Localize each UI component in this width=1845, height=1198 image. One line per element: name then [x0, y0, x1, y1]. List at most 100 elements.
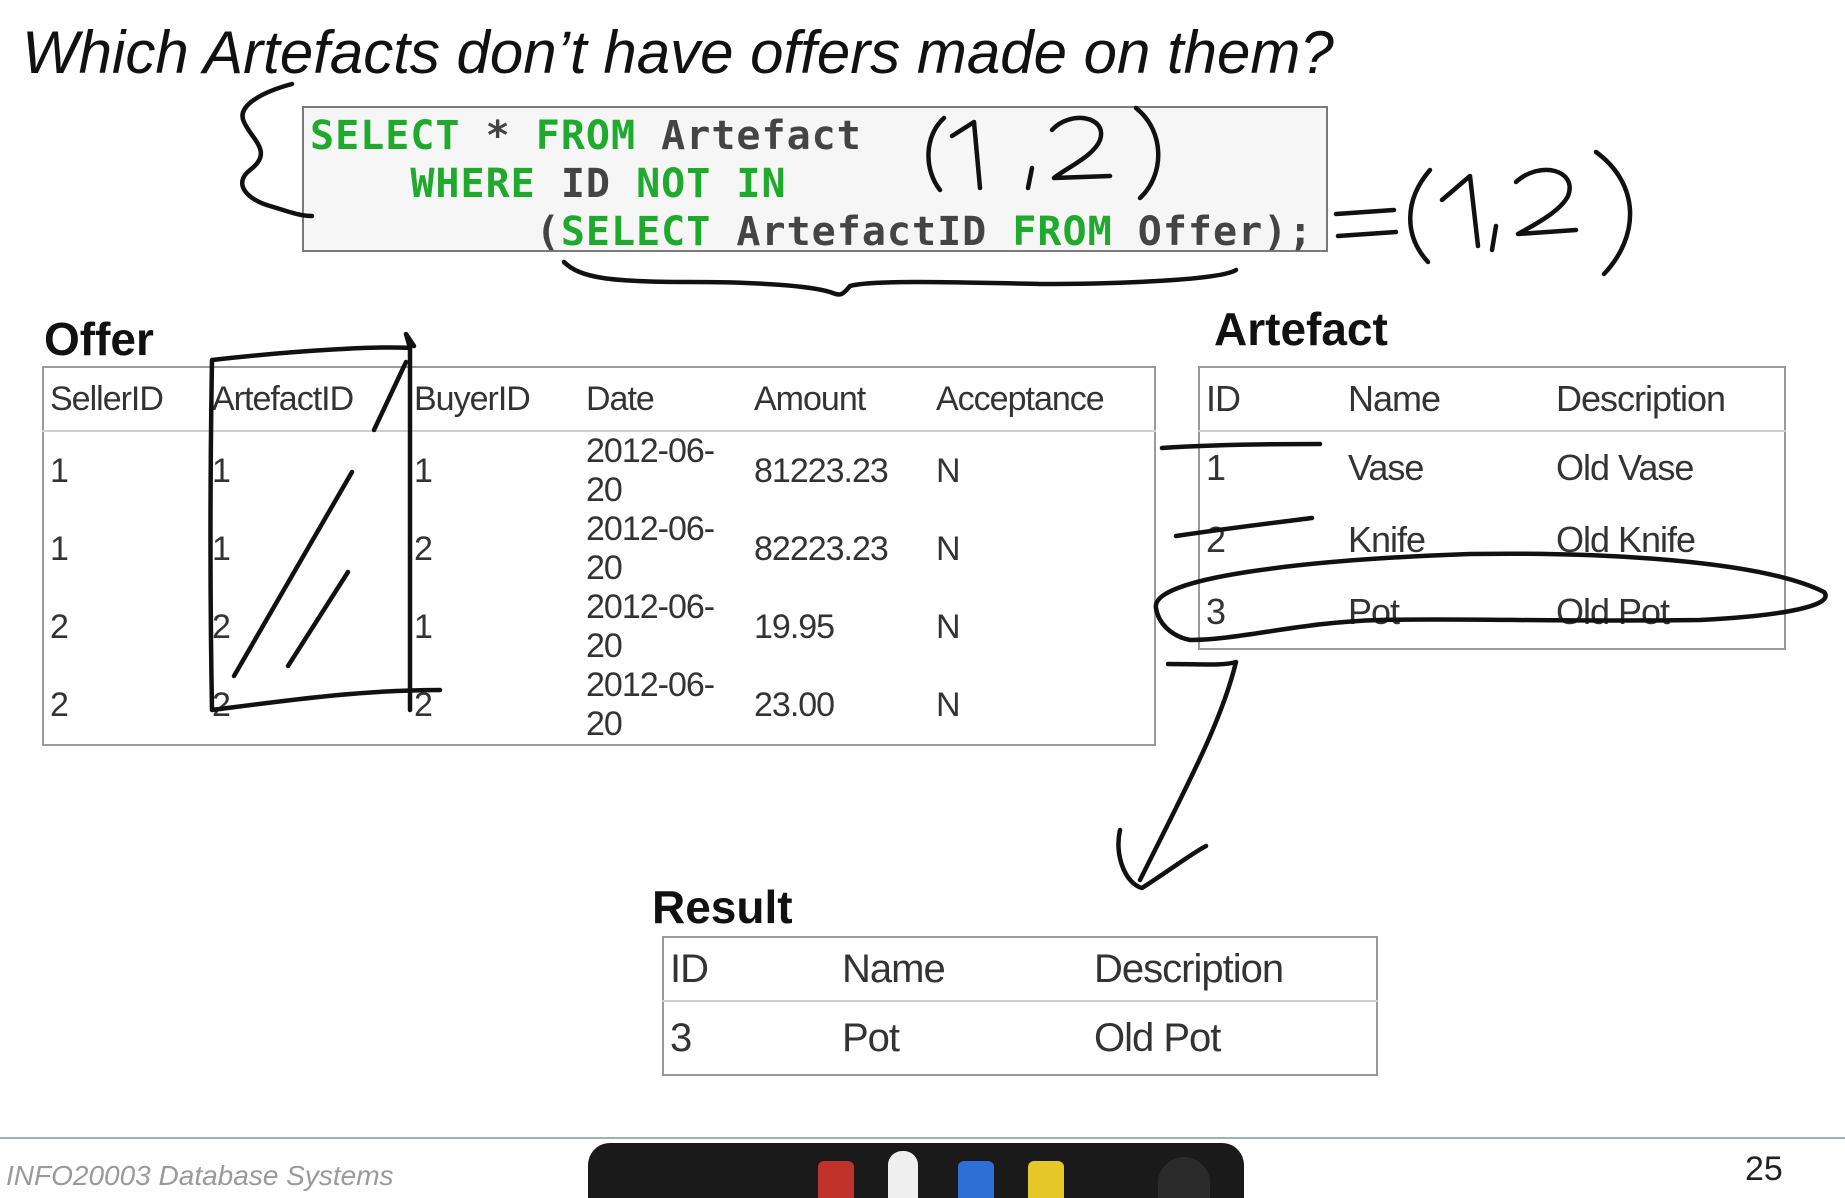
lecture-slide: Which Artefacts don’t have offers made o… [0, 0, 1845, 1198]
table-cell: 2012-06-20 [586, 510, 715, 587]
table-row: 1 1 2 2012-06-20 82223.23 N [43, 510, 1155, 588]
artefact-table: ID Name Description 1 Vase Old Vase 2 Kn… [1198, 366, 1786, 650]
sql-line-2: WHERE ID NOT IN [310, 160, 1320, 208]
white-pen-tool-icon[interactable] [888, 1151, 918, 1198]
table-cell: 1 [212, 529, 231, 568]
blue-pen-tool-icon[interactable] [958, 1161, 994, 1198]
column-header: Description [1550, 367, 1785, 432]
sql-keyword: WHERE [410, 161, 536, 207]
sql-text: ( [535, 209, 561, 255]
table-cell: 19.95 [754, 607, 835, 646]
table-cell: 1 [414, 607, 433, 646]
sql-keyword: SELECT [560, 209, 712, 255]
table-row: 2 Knife Old Knife [1199, 504, 1785, 576]
ink-digit-1 [1439, 173, 1481, 249]
footer-divider [0, 1137, 1845, 1139]
table-cell: 81223.23 [754, 451, 889, 490]
table-cell: 1 [1206, 447, 1226, 488]
table-cell: 2012-06-20 [586, 588, 715, 665]
table-cell: Pot [842, 1015, 900, 1060]
ink-equals-bottom [1335, 229, 1399, 239]
column-header: Description [1088, 937, 1377, 1002]
table-header-row: ID Name Description [663, 937, 1377, 1002]
column-header: Name [1342, 367, 1550, 432]
table-row: 1 1 1 2012-06-20 81223.23 N [43, 431, 1155, 510]
table-cell: 82223.23 [754, 529, 889, 568]
sql-keyword: FROM [1012, 209, 1113, 255]
table-cell: 2 [414, 685, 433, 724]
ink-paren-close [1593, 149, 1633, 277]
sql-keyword: FROM [535, 113, 637, 159]
column-header: Acceptance [930, 367, 1155, 432]
annotation-toolbar[interactable] [588, 1143, 1244, 1198]
column-header: ID [1199, 367, 1342, 432]
sql-text: ArtefactID [711, 209, 1013, 255]
ink-digit-2 [1513, 167, 1579, 237]
sql-text: * [460, 113, 536, 159]
column-header: Date [580, 367, 748, 432]
table-row: 2 2 1 2012-06-20 19.95 N [43, 588, 1155, 666]
yellow-highlighter-tool-icon[interactable] [1028, 1161, 1064, 1198]
table-cell: 1 [414, 451, 433, 490]
ink-equals-top [1333, 207, 1397, 217]
eraser-tool-icon[interactable] [1158, 1157, 1210, 1198]
slide-title: Which Artefacts don’t have offers made o… [22, 19, 1334, 86]
ink-arrow-up [403, 331, 417, 351]
table-header-row: SellerID ArtefactID BuyerID Date Amount … [43, 367, 1155, 432]
table-cell: 2 [414, 529, 433, 568]
ink-arrow-head [1116, 827, 1209, 891]
table-cell: 2 [1206, 519, 1226, 560]
result-table-label: Result [652, 881, 793, 933]
sql-keyword: SELECT [310, 113, 461, 159]
table-cell: 2 [212, 685, 231, 724]
table-row: 3 Pot Old Pot [663, 1001, 1377, 1075]
ink-comma [1489, 223, 1499, 253]
table-cell: 2012-06-20 [586, 666, 715, 743]
column-header: BuyerID [408, 367, 580, 432]
column-header: Amount [748, 367, 930, 432]
table-cell: 2 [50, 685, 69, 724]
table-cell: Knife [1348, 519, 1426, 560]
table-cell: N [936, 529, 961, 568]
sql-text: Artefact [636, 113, 862, 159]
column-header: ID [663, 937, 836, 1002]
table-cell: 2 [212, 607, 231, 646]
table-cell: 3 [1206, 591, 1226, 632]
offer-table-label: Offer [44, 313, 154, 365]
table-row: 1 Vase Old Vase [1199, 431, 1785, 504]
table-cell: Old Vase [1556, 447, 1694, 488]
table-row: 2 2 2 2012-06-20 23.00 N [43, 666, 1155, 745]
sql-line-1: SELECT * FROM Artefact [310, 112, 1320, 160]
table-cell: N [936, 451, 961, 490]
sql-text: ID [535, 161, 637, 207]
red-pen-tool-icon[interactable] [818, 1161, 854, 1198]
table-cell: Old Pot [1556, 591, 1670, 632]
sql-text: Offer); [1112, 209, 1314, 255]
table-cell: Vase [1348, 447, 1424, 488]
column-header: SellerID [43, 367, 206, 432]
table-cell: 23.00 [754, 685, 835, 724]
sql-keyword: NOT IN [636, 161, 787, 207]
ink-underbrace [561, 259, 1239, 297]
table-cell: N [936, 685, 961, 724]
table-cell: Pot [1348, 591, 1400, 632]
result-table: ID Name Description 3 Pot Old Pot [662, 936, 1378, 1076]
ink-paren-open [1408, 167, 1433, 265]
table-cell: Old Pot [1094, 1015, 1221, 1060]
artefact-table-label: Artefact [1214, 303, 1388, 355]
table-cell: 1 [50, 529, 69, 568]
column-header: ArtefactID [206, 367, 408, 432]
sql-line-3: (SELECT ArtefactID FROM Offer); [310, 208, 1320, 256]
table-cell: 2012-06-20 [586, 432, 715, 509]
page-number: 25 [1745, 1150, 1783, 1188]
footer-course: INFO20003 Database Systems [6, 1160, 394, 1191]
table-row: 3 Pot Old Pot [1199, 576, 1785, 649]
column-header: Name [836, 937, 1088, 1002]
table-cell: 2 [50, 607, 69, 646]
table-cell: 1 [212, 451, 231, 490]
offer-table: SellerID ArtefactID BuyerID Date Amount … [42, 366, 1156, 746]
table-cell: 1 [50, 451, 69, 490]
sql-query-box: SELECT * FROM Artefact WHERE ID NOT IN (… [302, 106, 1328, 255]
table-header-row: ID Name Description [1199, 367, 1785, 432]
table-cell: N [936, 607, 961, 646]
